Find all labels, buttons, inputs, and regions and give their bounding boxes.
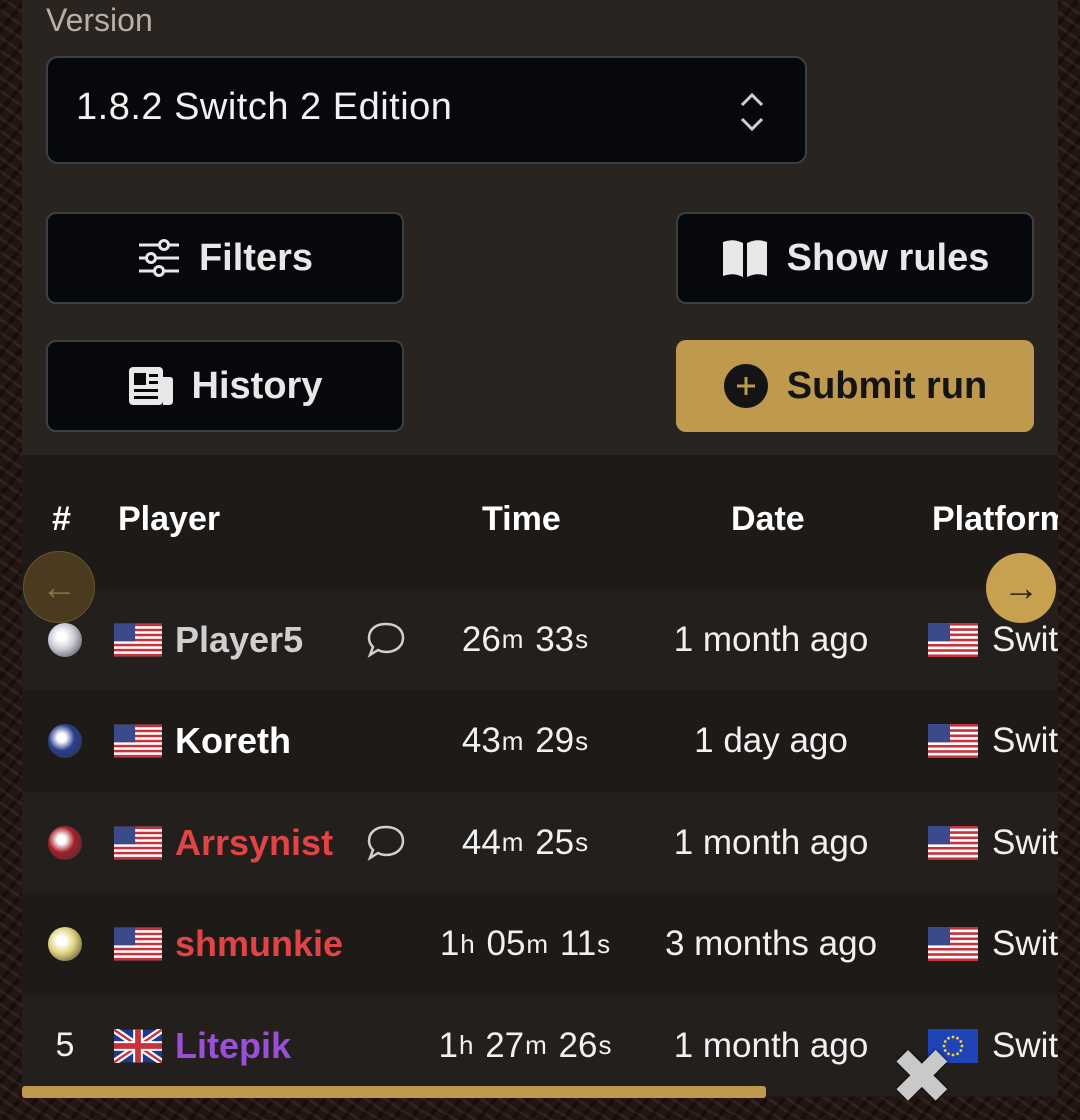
country-flag-icon — [114, 691, 162, 792]
horizontal-scrollbar[interactable] — [22, 1086, 766, 1098]
platform-region-flag-icon — [928, 894, 978, 995]
run-time[interactable]: 26 m 33 s — [422, 589, 630, 690]
version-select[interactable]: 1.8.2 Switch 2 Edition — [46, 56, 807, 164]
table-row[interactable]: Koreth 43m 29s 1 day ago Switch — [22, 691, 1058, 792]
version-select-value: 1.8.2 Switch 2 Edition — [76, 86, 453, 128]
fourth-place-icon — [48, 927, 82, 961]
table-row[interactable]: Arrsynist 44m 25s 1 month ago Switch — [22, 792, 1058, 893]
player-header[interactable]: Player — [118, 500, 220, 539]
submit-run-button-label: Submit run — [786, 364, 988, 407]
platform-name: Switch — [992, 822, 1058, 862]
leaderboard-table: # Player Time Date Platform Player5 26 m 3… — [22, 455, 1058, 1097]
player-name-link[interactable]: Arrsynist — [175, 792, 333, 893]
run-date: 1 day ago — [694, 721, 848, 760]
rank-cell — [40, 894, 90, 995]
rank-cell: 5 — [40, 995, 90, 1096]
rank-number: 5 — [55, 1026, 75, 1064]
bronze-trophy-icon — [48, 825, 82, 860]
platform-region-flag-icon — [928, 792, 978, 893]
comment-icon[interactable] — [366, 589, 406, 690]
player-name-link[interactable]: Player5 — [175, 589, 303, 690]
platform-name: Switch — [992, 721, 1058, 760]
arrow-right-icon: → — [1003, 567, 1039, 608]
table-row[interactable]: Player526m 33s1 month agoSwitch — [22, 589, 1058, 690]
run-date: 3 months ago — [664, 924, 878, 963]
gold-trophy-icon — [48, 622, 82, 657]
filters-button-label: Filters — [198, 236, 314, 279]
time-header[interactable]: Time — [482, 500, 561, 539]
country-flag-icon — [114, 792, 162, 893]
history-button[interactable]: History — [46, 340, 404, 432]
close-icon[interactable]: ✖ — [890, 1040, 954, 1116]
chevron-up-down-icon — [740, 92, 764, 132]
submit-run-button[interactable]: Submit run — [676, 340, 1034, 432]
rank-cell — [40, 691, 90, 792]
run-date: 1 month ago — [673, 619, 869, 659]
book-icon — [722, 240, 767, 277]
country-flag-icon — [114, 589, 162, 690]
player-name-link[interactable]: shmunkie — [175, 894, 343, 995]
platform-region-flag-icon — [928, 589, 978, 690]
version-label: Version — [46, 2, 153, 38]
show-rules-button[interactable]: Show rules — [676, 212, 1034, 304]
run-date: 1 month ago — [673, 1025, 869, 1065]
scroll-right-button[interactable]: → — [986, 553, 1056, 623]
run-time[interactable]: 44 m 25 s — [422, 792, 630, 893]
country-flag-icon — [114, 894, 162, 995]
table-row[interactable]: shmunkie 1h 05m 11s 3 months ago Switch — [22, 894, 1058, 995]
platform-header[interactable]: Platform — [932, 500, 1058, 539]
player-name-link[interactable]: Litepik — [175, 995, 291, 1096]
rank-header: # — [52, 500, 71, 538]
history-button-label: History — [191, 364, 323, 407]
country-flag-icon — [114, 995, 162, 1096]
newspaper-icon — [128, 367, 173, 405]
platform-region-flag-icon — [928, 691, 978, 792]
arrow-left-icon: ← — [41, 566, 77, 607]
platform-name: Switch — [992, 924, 1058, 963]
rank-cell — [40, 792, 90, 893]
run-time[interactable]: 43 m 29 s — [422, 691, 630, 792]
plus-circle-icon — [723, 364, 768, 408]
filters-button[interactable]: Filters — [46, 212, 404, 304]
comment-icon[interactable] — [366, 792, 406, 893]
run-date: 1 month ago — [673, 822, 869, 862]
player-name-link[interactable]: Koreth — [175, 691, 291, 792]
platform-name: Switch — [992, 1025, 1058, 1065]
silver-trophy-icon — [48, 724, 82, 758]
sliders-icon — [138, 239, 179, 277]
scroll-left-button[interactable]: ← — [23, 551, 95, 623]
show-rules-button-label: Show rules — [786, 236, 990, 279]
date-header[interactable]: Date — [731, 500, 805, 539]
run-time[interactable]: 1h 27 m 26 s — [422, 995, 630, 1096]
run-time[interactable]: 1h 05 m 11 s — [422, 894, 630, 995]
